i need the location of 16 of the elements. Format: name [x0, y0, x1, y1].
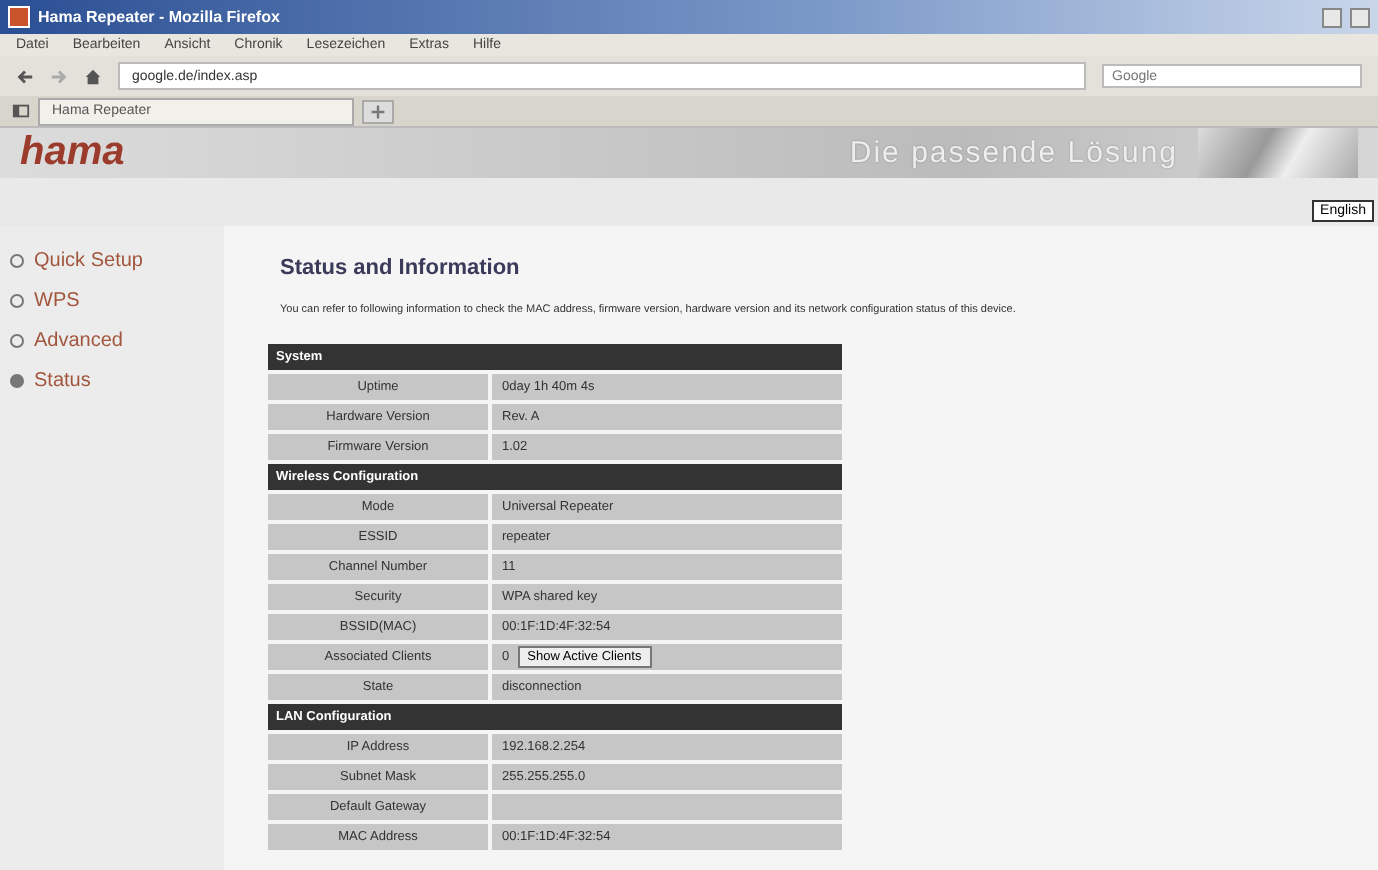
browser-icon — [8, 6, 30, 28]
sidebar-icon[interactable] — [12, 102, 30, 120]
back-icon[interactable] — [16, 67, 34, 85]
home-icon[interactable] — [84, 67, 102, 85]
minimize-button[interactable] — [1322, 7, 1342, 27]
forward-icon[interactable] — [50, 67, 68, 85]
sidebar-item[interactable]: Status — [34, 370, 91, 392]
new-tab-button[interactable] — [362, 99, 394, 123]
logo: hama — [20, 130, 125, 176]
plus-icon — [370, 103, 386, 119]
window-title: Hama Repeater - Mozilla Firefox — [38, 8, 280, 26]
maximize-button[interactable] — [1350, 7, 1370, 27]
page-title: Status and Information — [280, 256, 522, 280]
sidebar-item[interactable]: Quick Setup — [34, 250, 143, 272]
sidebar-item[interactable]: Advanced — [34, 330, 123, 352]
sidebar-item[interactable]: WPS — [34, 290, 80, 312]
